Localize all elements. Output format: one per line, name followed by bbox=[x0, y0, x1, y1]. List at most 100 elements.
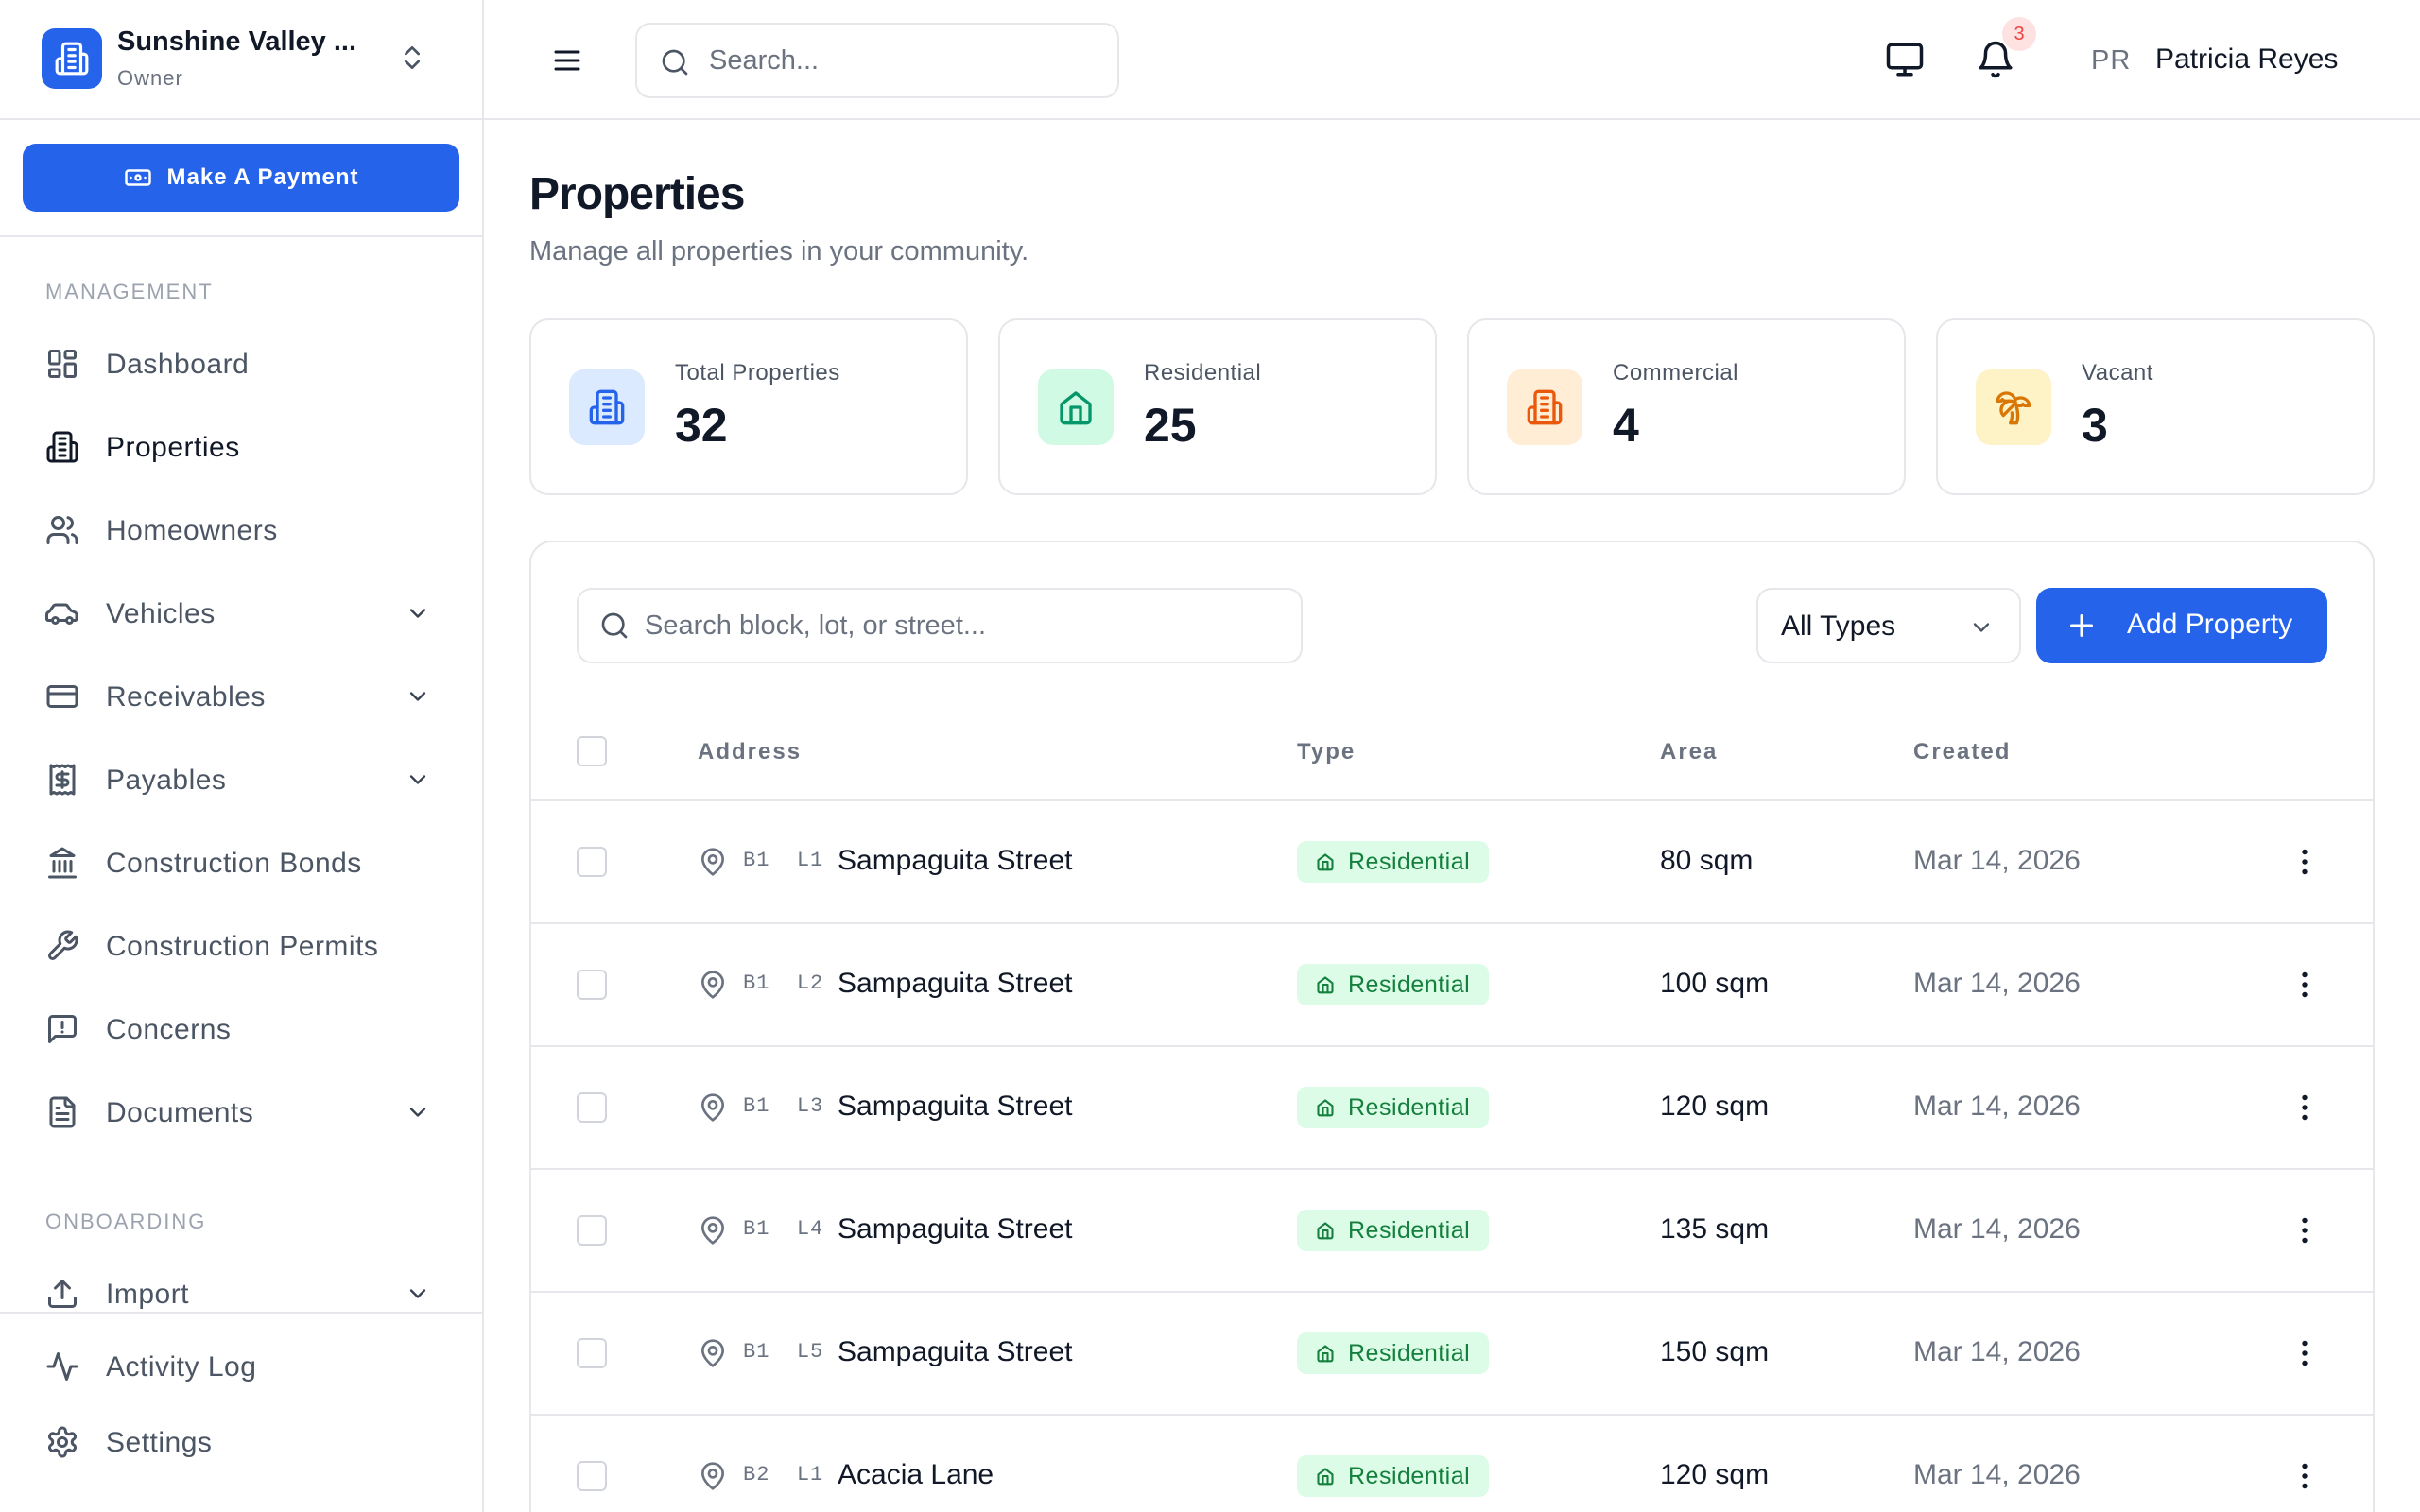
more-vertical-icon[interactable] bbox=[2288, 1091, 2322, 1125]
column-type[interactable]: Type bbox=[1297, 739, 1356, 765]
created-date: Mar 14, 2026 bbox=[1913, 1336, 2081, 1367]
created-date: Mar 14, 2026 bbox=[1913, 968, 2081, 999]
street-name: Sampaguita Street bbox=[838, 1336, 1073, 1367]
palm-tree-icon bbox=[1976, 369, 2051, 445]
block-code: B1 bbox=[743, 1340, 770, 1364]
column-created[interactable]: Created bbox=[1913, 739, 2011, 765]
users-icon bbox=[46, 516, 78, 544]
sidebar-item-construction-permits[interactable]: Construction Permits bbox=[23, 912, 459, 980]
block-lot: B1 L5 bbox=[743, 1340, 823, 1364]
avatar[interactable]: PR bbox=[2091, 45, 2131, 77]
select-all-checkbox[interactable] bbox=[577, 736, 607, 766]
stat-card-commercial: Commercial 4 bbox=[1467, 318, 1906, 495]
table-row[interactable]: B2 L1 Acacia Lane Residential 120 sqm Ma… bbox=[531, 1416, 2373, 1512]
sidebar-item-activity-log[interactable]: Activity Log bbox=[23, 1332, 459, 1400]
sidebar-item-label: Homeowners bbox=[106, 515, 278, 546]
table-row[interactable]: B1 L5 Sampaguita Street Residential 150 … bbox=[531, 1293, 2373, 1416]
credit-card-icon bbox=[46, 685, 78, 708]
stat-value: 25 bbox=[1144, 399, 1197, 452]
street-name: Acacia Lane bbox=[838, 1459, 994, 1490]
block-lot: B1 L1 bbox=[743, 849, 823, 872]
sidebar-item-properties[interactable]: Properties bbox=[23, 413, 459, 481]
created-date: Mar 14, 2026 bbox=[1913, 1091, 2081, 1122]
lot-code: L1 bbox=[796, 849, 824, 872]
type-badge-label: Residential bbox=[1348, 1094, 1471, 1121]
stat-value: 32 bbox=[675, 399, 728, 452]
sidebar-item-label: Receivables bbox=[106, 681, 266, 713]
sidebar-item-label: Documents bbox=[106, 1097, 254, 1128]
table-row[interactable]: B1 L4 Sampaguita Street Residential 135 … bbox=[531, 1170, 2373, 1293]
sidebar-item-homeowners[interactable]: Homeowners bbox=[23, 496, 459, 564]
sidebar: Sunshine Valley ... Owner Make A Payment… bbox=[0, 0, 484, 1512]
monitor-icon[interactable] bbox=[1885, 40, 1925, 79]
gear-icon bbox=[48, 1426, 77, 1458]
more-vertical-icon[interactable] bbox=[2288, 1213, 2322, 1247]
sidebar-item-settings[interactable]: Settings bbox=[23, 1408, 459, 1476]
user-name[interactable]: Patricia Reyes bbox=[2155, 43, 2338, 76]
row-checkbox[interactable] bbox=[577, 970, 607, 1000]
stat-card-residential: Residential 25 bbox=[998, 318, 1437, 495]
more-vertical-icon[interactable] bbox=[2288, 1336, 2322, 1370]
section-management: MANAGEMENT bbox=[45, 280, 214, 303]
org-switcher[interactable]: Sunshine Valley ... Owner bbox=[0, 0, 482, 120]
table-row[interactable]: B1 L1 Sampaguita Street Residential 80 s… bbox=[531, 801, 2373, 924]
global-search[interactable] bbox=[635, 23, 1119, 98]
sidebar-item-receivables[interactable]: Receivables bbox=[23, 662, 459, 730]
type-badge: Residential bbox=[1297, 1332, 1490, 1374]
sidebar-item-label: Activity Log bbox=[106, 1351, 257, 1383]
more-vertical-icon[interactable] bbox=[2288, 845, 2322, 879]
block-code: B1 bbox=[743, 849, 770, 872]
chevron-down-icon bbox=[409, 1289, 426, 1298]
sidebar-item-label: Vehicles bbox=[106, 598, 216, 629]
row-checkbox[interactable] bbox=[577, 1461, 607, 1491]
sidebar-item-construction-bonds[interactable]: Construction Bonds bbox=[23, 829, 459, 897]
lot-code: L4 bbox=[796, 1217, 824, 1241]
property-search[interactable] bbox=[577, 588, 1303, 663]
chevron-down-icon bbox=[409, 609, 426, 618]
payment-section: Make A Payment bbox=[0, 120, 482, 237]
more-vertical-icon[interactable] bbox=[2288, 968, 2322, 1002]
row-checkbox[interactable] bbox=[577, 1092, 607, 1123]
street-name: Sampaguita Street bbox=[838, 968, 1073, 999]
menu-icon[interactable] bbox=[550, 43, 584, 77]
more-vertical-icon[interactable] bbox=[2288, 1459, 2322, 1493]
sidebar-item-label: Dashboard bbox=[106, 349, 250, 380]
stat-card-vacant: Vacant 3 bbox=[1936, 318, 2375, 495]
chevrons-up-down-icon bbox=[397, 43, 427, 73]
home-icon bbox=[1317, 976, 1334, 994]
map-pin-icon bbox=[701, 1339, 724, 1367]
area-value: 80 sqm bbox=[1660, 845, 1754, 876]
table-row[interactable]: B1 L2 Sampaguita Street Residential 100 … bbox=[531, 924, 2373, 1047]
row-checkbox[interactable] bbox=[577, 1215, 607, 1246]
global-search-input[interactable] bbox=[709, 42, 1087, 79]
home-icon bbox=[1317, 853, 1334, 871]
store-icon bbox=[1507, 369, 1582, 445]
sidebar-item-dashboard[interactable]: Dashboard bbox=[23, 330, 459, 398]
sidebar-item-payables[interactable]: Payables bbox=[23, 746, 459, 814]
row-checkbox[interactable] bbox=[577, 847, 607, 877]
sidebar-item-documents[interactable]: Documents bbox=[23, 1078, 459, 1146]
block-code: B1 bbox=[743, 1217, 770, 1241]
row-checkbox[interactable] bbox=[577, 1338, 607, 1368]
add-property-button[interactable]: Add Property bbox=[2036, 588, 2327, 663]
org-role: Owner bbox=[117, 66, 183, 90]
type-badge-label: Residential bbox=[1348, 1463, 1471, 1489]
plus-icon bbox=[2070, 614, 2093, 637]
sidebar-item-vehicles[interactable]: Vehicles bbox=[23, 579, 459, 647]
sidebar-item-concerns[interactable]: Concerns bbox=[23, 995, 459, 1063]
home-icon bbox=[1317, 1345, 1334, 1363]
street-name: Sampaguita Street bbox=[838, 1091, 1073, 1122]
section-onboarding: ONBOARDING bbox=[45, 1210, 207, 1233]
table-header: Address Type Area Created bbox=[531, 701, 2373, 801]
make-payment-button[interactable]: Make A Payment bbox=[23, 144, 459, 212]
stat-label: Residential bbox=[1144, 360, 1262, 386]
receipt-icon bbox=[49, 764, 76, 796]
sidebar-footer: Activity Log Settings bbox=[0, 1312, 482, 1512]
table-row[interactable]: B1 L3 Sampaguita Street Residential 120 … bbox=[531, 1047, 2373, 1170]
column-address[interactable]: Address bbox=[698, 739, 802, 765]
sidebar-item-label: Construction Permits bbox=[106, 931, 379, 962]
property-search-input[interactable] bbox=[645, 607, 1269, 644]
type-filter-select[interactable]: All Types bbox=[1756, 588, 2021, 663]
type-badge: Residential bbox=[1297, 1455, 1490, 1497]
column-area[interactable]: Area bbox=[1660, 739, 1718, 765]
